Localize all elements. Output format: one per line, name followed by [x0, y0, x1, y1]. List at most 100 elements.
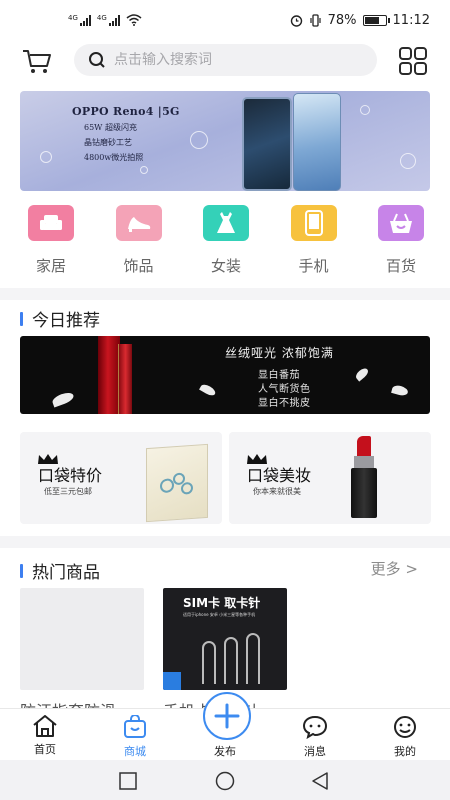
tab-messages[interactable]: 消息	[280, 709, 350, 761]
vibrate-icon	[310, 13, 321, 27]
profile-icon	[394, 716, 416, 738]
network-type-1: 4G	[68, 14, 78, 22]
section-title-hot: 热门商品	[20, 558, 100, 583]
bubble-decoration	[40, 151, 52, 163]
bubble-decoration	[190, 131, 208, 149]
section-accent-bar	[20, 563, 23, 578]
category-phones[interactable]: 手机	[283, 205, 345, 277]
lipstick-promo-banner[interactable]: 丝绒哑光 浓郁饱满 显白番茄 人气断货色 显白不挑皮	[20, 336, 430, 414]
category-accessories[interactable]: 饰品	[108, 205, 170, 277]
back-triangle-icon[interactable]	[311, 771, 329, 791]
promo-line: 人气断货色	[258, 384, 311, 395]
cart-icon[interactable]	[20, 44, 54, 78]
category-row: 家居 饰品 女装 手机 百货	[0, 205, 450, 277]
banner-text: OPPO Reno4 |5G 65W 超级闪充 晶钻磨砂工艺 4800w微光拍照	[72, 105, 180, 163]
tab-label: 我的	[394, 745, 416, 758]
banner-line: 65W 超级闪充	[84, 123, 137, 132]
category-label: 百货	[385, 257, 416, 275]
section-accent-bar	[20, 311, 23, 326]
search-input[interactable]	[114, 52, 354, 68]
section-divider	[0, 288, 450, 300]
shop-bag-icon	[124, 715, 146, 738]
promo-banner[interactable]: OPPO Reno4 |5G 65W 超级闪充 晶钻磨砂工艺 4800w微光拍照	[20, 91, 430, 191]
lipstick-image	[98, 336, 120, 414]
section-divider	[0, 536, 450, 548]
card-subtitle: 低至三元包邮	[44, 487, 92, 496]
section-title-text: 今日推荐	[32, 311, 100, 331]
feather-decoration	[50, 390, 76, 408]
product-image-subtitle: 适用于iphone 安卓 小米三星等各种手机	[183, 612, 256, 617]
home-icon	[33, 715, 57, 737]
circle-icon[interactable]	[215, 771, 235, 791]
square-icon[interactable]	[119, 772, 137, 790]
sofa-icon	[28, 205, 74, 241]
category-label: 饰品	[123, 257, 154, 275]
high-heel-icon	[115, 205, 162, 241]
promo-headline: 丝绒哑光 浓郁饱满	[225, 346, 334, 360]
bubble-decoration	[400, 153, 416, 169]
card-pocket-deals[interactable]: 口袋特价 低至三元包邮	[20, 432, 222, 524]
more-link[interactable]: 更多 >	[371, 558, 418, 579]
phone-icon	[290, 205, 337, 241]
brand-tag	[163, 672, 181, 690]
product-image-title: SIM卡 取卡针	[183, 596, 261, 610]
sim-pin-image	[202, 633, 260, 684]
lipstick-image	[351, 468, 377, 518]
phone-image-front	[242, 97, 292, 191]
wifi-icon	[126, 14, 142, 26]
status-left: 4G 4G	[68, 14, 142, 26]
search-header	[0, 40, 450, 82]
battery-percent: 78%	[327, 12, 357, 28]
dress-icon	[203, 205, 249, 241]
product-image[interactable]: SIM卡 取卡针 适用于iphone 安卓 小米三星等各种手机	[163, 588, 287, 690]
phone-image-back	[293, 93, 341, 191]
section-title-text: 热门商品	[32, 563, 100, 583]
tab-label: 发布	[214, 745, 236, 758]
tab-home[interactable]: 首页	[10, 709, 80, 761]
battery-icon	[362, 14, 390, 26]
signal-icon: 4G	[97, 14, 120, 26]
tab-label: 消息	[304, 745, 326, 758]
category-label: 手机	[298, 257, 329, 275]
product-image[interactable]	[20, 588, 144, 690]
banner-line: 4800w微光拍照	[84, 153, 144, 162]
plus-icon	[214, 703, 240, 729]
tab-label: 商城	[124, 745, 146, 758]
clock: 11:12	[392, 12, 430, 28]
category-label: 家居	[35, 257, 66, 275]
feather-decoration	[199, 382, 217, 398]
network-type-2: 4G	[96, 14, 107, 22]
signal-icon: 4G	[68, 14, 91, 26]
banner-line: 晶钻磨砂工艺	[84, 138, 132, 147]
search-icon	[89, 52, 105, 68]
system-navigation-bar	[0, 760, 450, 800]
alarm-icon	[290, 14, 302, 27]
category-general-goods[interactable]: 百货	[370, 205, 432, 277]
tab-shop[interactable]: 商城	[100, 709, 170, 761]
message-icon	[302, 715, 328, 739]
card-subtitle: 你本来就很美	[253, 487, 301, 496]
tab-label: 首页	[34, 743, 56, 756]
lipstick-image	[118, 344, 132, 414]
category-home[interactable]: 家居	[20, 205, 82, 277]
section-title-recommend: 今日推荐	[20, 306, 100, 331]
bubble-decoration	[140, 166, 148, 174]
card-title: 口袋特价	[38, 466, 103, 485]
card-title: 口袋美妆	[247, 466, 312, 485]
category-label: 女装	[210, 257, 241, 275]
feather-decoration	[354, 366, 370, 382]
lipstick-image	[354, 456, 374, 468]
card-pocket-beauty[interactable]: 口袋美妆 你本来就很美	[229, 432, 431, 524]
publish-button[interactable]	[203, 692, 251, 740]
basket-icon	[378, 205, 424, 241]
promo-line: 显白番茄	[258, 370, 300, 381]
category-womens-wear[interactable]: 女装	[195, 205, 257, 277]
tab-profile[interactable]: 我的	[370, 709, 440, 761]
banner-title: OPPO Reno4 |5G	[72, 105, 180, 118]
lipstick-image	[357, 436, 371, 458]
bubble-decoration	[360, 105, 370, 115]
promo-line: 显白不挑皮	[258, 398, 311, 409]
grid-menu-icon[interactable]	[397, 45, 429, 77]
search-box[interactable]	[74, 44, 377, 76]
status-right: 78% 11:12	[290, 13, 430, 28]
